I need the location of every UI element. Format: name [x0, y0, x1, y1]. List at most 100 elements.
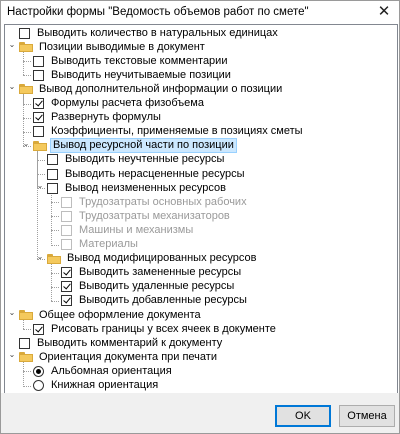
expand-chevron-icon[interactable]: ⌄	[8, 83, 16, 91]
tree-row-r12[interactable]: Трудозатраты основных рабочих	[61, 195, 249, 209]
tree-row-r0[interactable]: Выводить количество в натуральных единиц…	[19, 26, 280, 40]
tree-row-label: Материалы	[79, 238, 138, 250]
tree-row-r15[interactable]: Материалы	[61, 238, 140, 252]
tree-row-label: Книжная ориентация	[51, 379, 159, 391]
tree-row-label: Вывод дополнительной информации о позици…	[39, 82, 283, 95]
dialog-footer: OK Отмена	[1, 393, 399, 433]
tree-guide-line	[51, 263, 52, 301]
tree-row-label: Выводить добавленные ресурсы	[79, 294, 247, 307]
expand-chevron-icon[interactable]: ⌄	[8, 309, 16, 317]
tree-guide-line	[23, 131, 31, 133]
tree-row-r20[interactable]: Общее оформление документа	[19, 308, 203, 322]
checkbox[interactable]	[33, 112, 44, 124]
tree-row-label: Коэффициенты, применяемые в позициях сме…	[51, 125, 303, 138]
tree-row-r10[interactable]: Выводить нерасцененные ресурсы	[47, 167, 247, 181]
tree-guide-line	[51, 230, 59, 232]
tree-guide-line	[37, 150, 38, 259]
tree-guide-line	[37, 174, 45, 175]
tree-row-r14[interactable]: Машины и механизмы	[61, 223, 195, 237]
checkbox[interactable]	[33, 98, 44, 109]
tree-row-r23[interactable]: Ориентация документа при печати	[19, 350, 219, 364]
tree-guide-line	[51, 193, 52, 245]
tree-row-label: Выводить количество в натуральных единиц…	[37, 26, 278, 39]
tree-guide-line	[23, 61, 31, 63]
checkbox[interactable]	[19, 337, 30, 349]
tree-guide-line	[23, 362, 24, 386]
tree-row-label: Формулы расчета физобъема	[51, 97, 204, 109]
tree-guide-line	[23, 103, 31, 105]
expand-chevron-icon[interactable]: ⌄	[36, 252, 44, 261]
checkbox[interactable]	[61, 267, 72, 279]
checkbox[interactable]	[61, 281, 72, 293]
ok-button[interactable]: OK	[275, 405, 331, 427]
tree-guide-line	[23, 52, 24, 76]
checkbox[interactable]	[19, 27, 30, 39]
tree-guide-line	[51, 286, 59, 288]
folder-icon	[47, 253, 61, 264]
tree-row-r18[interactable]: Выводить удаленные ресурсы	[61, 280, 236, 294]
tree-guide-line	[51, 216, 59, 218]
expand-chevron-icon[interactable]: ⌄	[36, 182, 44, 190]
tree-row-r24[interactable]: Альбомная ориентация	[33, 364, 174, 378]
tree-row-label: Вывод неизмененных ресурсов	[65, 181, 226, 194]
tree-guide-line	[23, 75, 31, 77]
folder-icon	[33, 140, 47, 151]
tree-row-r5[interactable]: Формулы расчета физобъема	[33, 97, 206, 111]
tree-row-label: Выводить неучтенные ресурсы	[65, 153, 225, 166]
tree-row-label: Трудозатраты основных рабочих	[79, 195, 247, 208]
tree-row-r11[interactable]: Вывод неизмененных ресурсов	[47, 181, 228, 195]
expand-chevron-icon[interactable]: ⌄	[8, 41, 16, 49]
expand-chevron-icon[interactable]: ⌄	[22, 139, 30, 148]
checkbox[interactable]	[47, 168, 58, 180]
radio-button[interactable]	[33, 380, 44, 391]
tree-row-label: Рисовать границы у всех ячеек в документ…	[51, 322, 276, 335]
close-icon[interactable]: ✕	[375, 3, 393, 21]
checkbox[interactable]	[33, 323, 44, 335]
tree-row-label: Развернуть формулы	[51, 111, 161, 124]
checkbox[interactable]	[33, 55, 44, 67]
tree-row-label: Выводить удаленные ресурсы	[79, 280, 235, 293]
tree-row-label: Выводить замененные ресурсы	[79, 266, 242, 279]
checkbox	[61, 239, 72, 250]
tree-guide-line	[51, 244, 59, 246]
tree-row-r3[interactable]: Выводить неучитываемые позиции	[33, 68, 233, 82]
tree-row-label: Выводить текстовые комментарии	[51, 54, 228, 67]
tree-row-r9[interactable]: Выводить неучтенные ресурсы	[47, 153, 226, 167]
tree-row-r1[interactable]: Позиции выводимые в документ	[19, 40, 207, 54]
tree-row-r13[interactable]: Трудозатраты механизаторов	[61, 209, 232, 223]
folder-icon	[19, 42, 33, 53]
tree-row-label: Общее оформление документа	[39, 308, 201, 321]
checkbox[interactable]	[47, 182, 58, 194]
tree-row-r4[interactable]: Вывод дополнительной информации о позици…	[19, 82, 284, 96]
checkbox[interactable]	[61, 295, 72, 307]
tree-row-r2[interactable]: Выводить текстовые комментарии	[33, 54, 229, 68]
tree-row-label: Машины и механизмы	[79, 223, 194, 236]
tree-row-r17[interactable]: Выводить замененные ресурсы	[61, 266, 243, 280]
settings-dialog: Настройки формы "Ведомость объемов работ…	[0, 0, 400, 434]
checkbox	[61, 224, 72, 236]
tree-row-r8[interactable]: Вывод ресурсной части по позиции	[33, 138, 237, 154]
tree-guide-line	[23, 371, 31, 373]
settings-tree: Выводить количество в натуральных единиц…	[4, 24, 398, 394]
tree-row-r6[interactable]: Развернуть формулы	[33, 111, 163, 125]
cancel-button[interactable]: Отмена	[339, 405, 395, 427]
tree-row-r22[interactable]: Выводить комментарий к документу	[19, 336, 224, 350]
folder-icon	[19, 352, 33, 363]
tree-row-label: Альбомная ориентация	[51, 364, 172, 377]
tree-guide-line	[51, 202, 59, 204]
tree-guide-line	[37, 159, 45, 161]
tree-row-r16[interactable]: Вывод модифицированных ресурсов	[47, 252, 258, 266]
tree-row-r19[interactable]: Выводить добавленные ресурсы	[61, 294, 249, 308]
tree-guide-line	[23, 329, 31, 331]
expand-chevron-icon[interactable]: ⌄	[8, 351, 16, 359]
tree-row-r21[interactable]: Рисовать границы у всех ячеек в документ…	[33, 322, 278, 336]
checkbox[interactable]	[47, 154, 58, 166]
title-bar: Настройки формы "Ведомость объемов работ…	[1, 1, 399, 23]
tree-row-label: Позиции выводимые в документ	[39, 40, 205, 53]
tree-row-r25[interactable]: Книжная ориентация	[33, 379, 160, 393]
radio-button[interactable]	[33, 365, 44, 377]
checkbox[interactable]	[33, 126, 44, 138]
dialog-title: Настройки формы "Ведомость объемов работ…	[7, 6, 309, 18]
tree-row-r7[interactable]: Коэффициенты, применяемые в позициях сме…	[33, 125, 305, 139]
checkbox[interactable]	[33, 69, 44, 81]
